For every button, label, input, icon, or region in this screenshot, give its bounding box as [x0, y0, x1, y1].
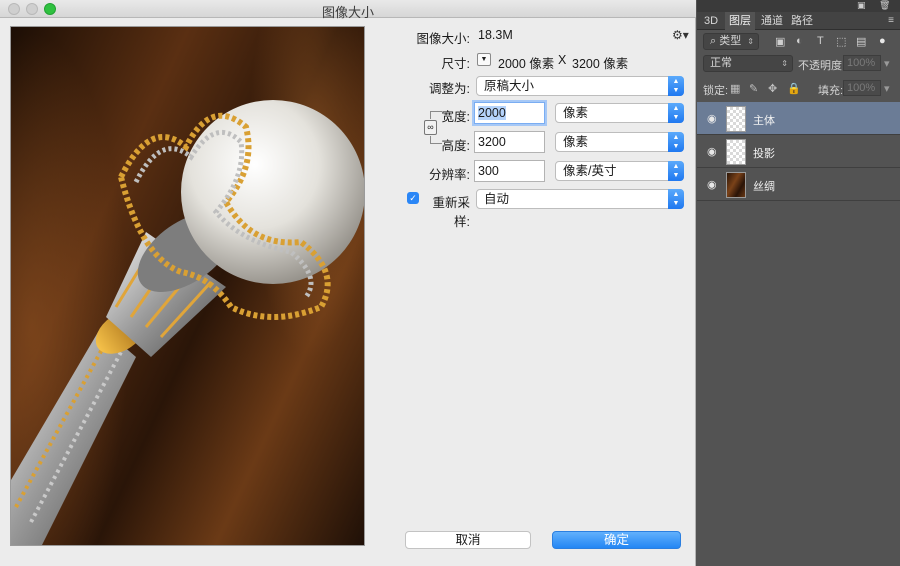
- fit-to-value: 原稿大小: [484, 79, 535, 93]
- panel-top-strip: ▣ 🗑: [697, 0, 900, 12]
- scepter-image: [11, 100, 364, 545]
- layer-thumbnail: [726, 106, 746, 132]
- width-unit-select[interactable]: 像素 ▲ ▼: [555, 103, 684, 123]
- layer-filter-select[interactable]: ⌕ 类型 ⇕: [703, 33, 759, 50]
- resample-label: 重新采样:: [432, 196, 470, 229]
- panel-tabbar: 3D 图层 通道 路径 ≡: [697, 12, 900, 30]
- layers-panel: ▣ 🗑 3D 图层 通道 路径 ≡ ⌕ 类型 ⇕ ▣ ◐ T ⬚ ▤ ● 正常 …: [697, 0, 900, 566]
- fit-to-label: 调整为:: [429, 82, 470, 96]
- resolution-input[interactable]: 300: [474, 160, 545, 182]
- lock-label: 锁定:: [703, 85, 729, 97]
- eye-icon[interactable]: ◉: [707, 145, 717, 158]
- ok-button[interactable]: 确定: [552, 531, 681, 549]
- layer-name: 主体: [753, 115, 775, 127]
- lock-position-icon[interactable]: ✥: [768, 82, 777, 95]
- eye-icon[interactable]: ◉: [707, 178, 717, 191]
- width-unit-value: 像素: [563, 106, 589, 120]
- shape-filter-icon[interactable]: ⬚: [836, 35, 846, 48]
- fill-dropdown-icon[interactable]: ▾: [884, 82, 890, 95]
- filter-toggle-icon[interactable]: ●: [879, 35, 886, 47]
- layer-row-main[interactable]: ◉ 主体: [697, 102, 900, 135]
- resample-select[interactable]: 自动 ▲ ▼: [476, 189, 684, 209]
- fill-label: 填充:: [818, 85, 844, 97]
- chevron-updown-icon: ▲ ▼: [668, 189, 684, 209]
- dialog-titlebar: 图像大小: [0, 0, 696, 20]
- chevron-updown-icon: ▲ ▼: [668, 132, 684, 152]
- smart-object-filter-icon[interactable]: ▤: [856, 35, 866, 48]
- resample-checkbox[interactable]: ✓: [407, 192, 419, 204]
- new-layer-icon[interactable]: ▣: [857, 0, 866, 11]
- resolution-unit-value: 像素/英寸: [563, 164, 617, 178]
- height-unit-value: 像素: [563, 135, 589, 149]
- image-size-label: 图像大小:: [416, 32, 470, 46]
- width-input-value: 2000: [478, 106, 506, 120]
- resolution-label: 分辨率:: [429, 168, 470, 182]
- tab-channels[interactable]: 通道: [757, 12, 787, 30]
- layer-row-shadow[interactable]: ◉ 投影: [697, 135, 900, 168]
- layer-row-silk[interactable]: ◉ 丝绸: [697, 168, 900, 201]
- lock-all-icon[interactable]: 🔒: [787, 82, 801, 95]
- layer-thumbnail: [726, 172, 746, 198]
- tab-layers[interactable]: 图层: [725, 12, 755, 30]
- gear-icon[interactable]: ⚙▾: [672, 28, 689, 42]
- opacity-input[interactable]: 100%: [843, 55, 881, 71]
- adjustment-filter-icon[interactable]: ◐: [796, 35, 803, 47]
- tab-3d[interactable]: 3D: [700, 12, 722, 30]
- layer-name: 丝绸: [753, 181, 775, 193]
- resample-value: 自动: [484, 192, 510, 206]
- chevron-updown-icon: ▲ ▼: [668, 76, 684, 96]
- tab-paths[interactable]: 路径: [787, 12, 817, 30]
- width-input[interactable]: 2000: [474, 102, 545, 124]
- blend-mode-value: 正常: [710, 57, 732, 69]
- layer-filter-value: 类型: [719, 35, 742, 47]
- fit-to-select[interactable]: 原稿大小 ▲ ▼: [476, 76, 684, 96]
- blend-mode-select[interactable]: 正常 ⇕: [703, 55, 793, 72]
- height-input-value: 3200: [478, 135, 506, 149]
- fill-input[interactable]: 100%: [843, 80, 881, 96]
- panel-menu-icon[interactable]: ≡: [888, 15, 894, 26]
- dimensions-width-value: 2000 像素: [498, 57, 555, 71]
- image-size-dialog: 图像大小 图像大小: 18.3M ⚙▾ 尺寸: ▼ 2000 像素 X 3200…: [0, 0, 696, 566]
- image-preview[interactable]: [10, 26, 365, 546]
- opacity-label: 不透明度:: [798, 60, 846, 72]
- dimensions-x: X: [558, 53, 567, 67]
- layer-thumbnail: [726, 139, 746, 165]
- image-size-value: 18.3M: [478, 28, 513, 42]
- dimensions-dropdown-icon[interactable]: ▼: [477, 53, 491, 66]
- dimensions-label: 尺寸:: [441, 57, 470, 71]
- chevron-updown-icon: ⇕: [747, 37, 754, 46]
- chevron-updown-icon: ⇕: [781, 59, 788, 68]
- dialog-title: 图像大小: [321, 5, 374, 20]
- chevron-updown-icon: ▲ ▼: [668, 161, 684, 181]
- resolution-input-value: 300: [478, 164, 499, 178]
- resolution-unit-select[interactable]: 像素/英寸 ▲ ▼: [555, 161, 684, 181]
- opacity-dropdown-icon[interactable]: ▾: [884, 57, 890, 70]
- type-filter-icon[interactable]: T: [817, 35, 824, 47]
- search-icon: ⌕: [710, 35, 717, 47]
- height-input[interactable]: 3200: [474, 131, 545, 153]
- width-label: 宽度:: [441, 110, 470, 124]
- height-unit-select[interactable]: 像素 ▲ ▼: [555, 132, 684, 152]
- dimensions-height-value: 3200 像素: [572, 57, 629, 71]
- lock-transparent-icon[interactable]: ▦: [730, 82, 740, 95]
- lock-image-icon[interactable]: ✎: [749, 82, 758, 95]
- eye-icon[interactable]: ◉: [707, 112, 717, 125]
- trash-icon[interactable]: 🗑: [879, 0, 890, 11]
- chevron-updown-icon: ▲ ▼: [668, 103, 684, 123]
- cancel-button[interactable]: 取消: [405, 531, 531, 549]
- layer-name: 投影: [753, 148, 775, 160]
- height-label: 高度:: [441, 139, 470, 153]
- pixel-filter-icon[interactable]: ▣: [775, 35, 785, 48]
